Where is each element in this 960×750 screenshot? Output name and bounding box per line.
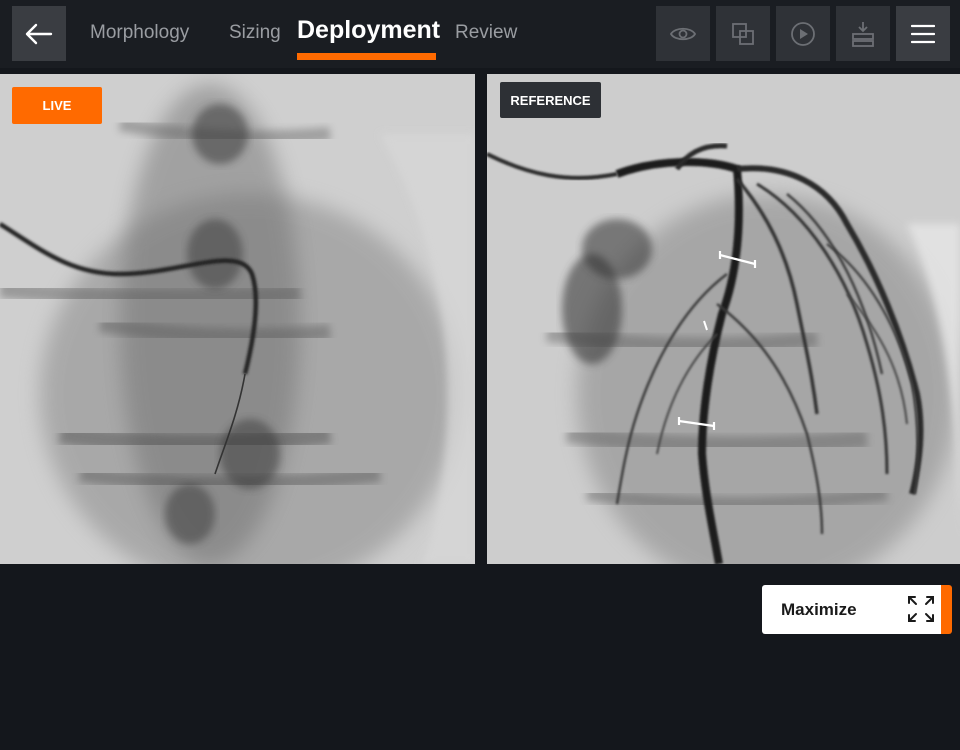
overlay-icon [732,22,754,45]
view-button[interactable] [656,6,710,61]
expand-icon [908,596,934,622]
play-button[interactable] [776,6,830,61]
tab-morphology[interactable]: Morphology [90,22,189,44]
menu-icon [911,24,935,43]
overlay-button[interactable] [716,6,770,61]
download-icon [852,21,874,47]
maximize-label: Maximize [781,600,857,619]
live-badge: LIVE [12,87,102,124]
maximize-button[interactable]: Maximize [762,585,952,634]
reference-badge: REFERENCE [500,82,601,118]
arrow-left-icon [25,23,53,44]
tab-review[interactable]: Review [455,22,517,44]
live-fluoroscopy-panel[interactable]: LIVE [0,74,475,564]
reference-angiogram-image [487,74,960,564]
eye-icon [670,27,696,40]
back-button[interactable] [12,6,66,61]
tab-deployment[interactable]: Deployment [297,16,440,45]
download-button[interactable] [836,6,890,61]
reference-panel[interactable]: REFERENCE [487,74,960,564]
play-icon [791,21,815,46]
top-bar: Morphology Sizing Deployment Review [0,0,960,68]
active-tab-indicator [297,53,436,60]
menu-button[interactable] [896,6,950,61]
live-angiogram-image [0,74,475,564]
tab-sizing[interactable]: Sizing [229,22,281,44]
